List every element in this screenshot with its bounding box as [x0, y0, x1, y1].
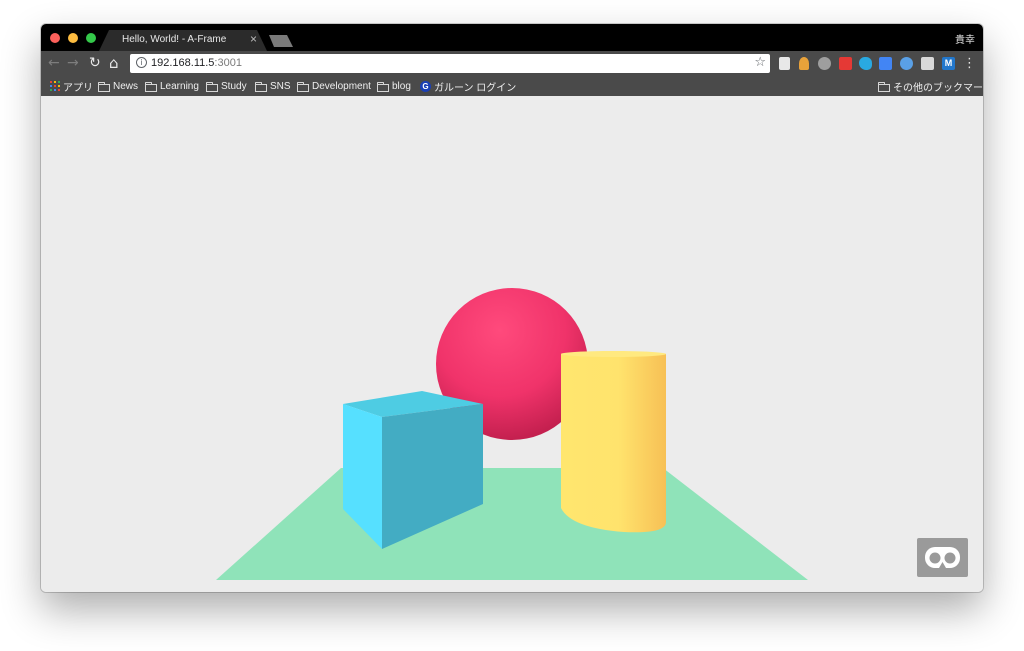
extension-twitter-icon[interactable]	[859, 57, 872, 70]
bookmark-label: blog	[392, 80, 411, 92]
bookmark-learning[interactable]: Learning	[145, 79, 199, 93]
extension-translate-icon[interactable]	[879, 57, 892, 70]
extension-pocket-icon[interactable]	[818, 57, 831, 70]
close-window-button[interactable]	[50, 33, 60, 43]
url-port: :3001	[214, 57, 242, 69]
extension-blue-circle-icon[interactable]	[900, 57, 913, 70]
folder-icon	[98, 81, 110, 92]
bookmark-development[interactable]: Development	[297, 79, 371, 93]
menu-icon[interactable]: ⋮	[963, 56, 976, 72]
folder-icon	[377, 81, 389, 92]
window-controls	[50, 33, 96, 43]
bookmark-label: アプリ	[63, 82, 93, 94]
cylinder-body	[561, 354, 666, 533]
bookmark-label: Learning	[160, 80, 199, 92]
tab-close-icon[interactable]: ×	[250, 32, 257, 46]
profile-name[interactable]: 貴幸	[955, 31, 975, 46]
vr-headset-icon	[925, 547, 960, 568]
new-tab-button[interactable]	[269, 35, 293, 47]
title-bar: Hello, World! - A-Frame × 貴幸	[41, 24, 983, 51]
bookmark-label: SNS	[270, 80, 291, 92]
enter-vr-button[interactable]	[917, 538, 968, 577]
tab-active[interactable]: Hello, World! - A-Frame ×	[99, 30, 267, 51]
info-icon[interactable]: i	[136, 57, 147, 68]
url-host: 192.168.11.5	[151, 57, 215, 69]
folder-icon	[145, 81, 157, 92]
extension-amazon-icon[interactable]	[799, 57, 809, 70]
extension-tab-icon[interactable]	[921, 57, 934, 70]
cylinder-top	[561, 351, 666, 357]
bookmark-blog[interactable]: blog	[377, 79, 411, 93]
minimize-window-button[interactable]	[68, 33, 78, 43]
folder-icon	[206, 81, 218, 92]
folder-icon	[297, 81, 309, 92]
bookmark-garoon-login[interactable]: G ガルーン ログイン	[420, 79, 517, 94]
bookmark-label: Study	[221, 80, 247, 92]
bookmark-apps[interactable]: アプリ	[50, 79, 93, 94]
folder-icon	[255, 81, 267, 92]
browser-window: Hello, World! - A-Frame × 貴幸 ← → ↻ ⌂ i 1…	[41, 24, 983, 592]
zoom-window-button[interactable]	[86, 33, 96, 43]
tab-title: Hello, World! - A-Frame	[122, 34, 227, 45]
bookmark-news[interactable]: News	[98, 79, 138, 93]
aframe-canvas[interactable]	[41, 96, 983, 592]
garoon-g-icon: G	[420, 80, 431, 92]
address-bar[interactable]: i 192.168.11.5:3001 ☆	[130, 54, 770, 73]
bookmark-label: ガルーン ログイン	[434, 82, 517, 94]
home-icon[interactable]: ⌂	[109, 55, 119, 71]
bookmark-label: Development	[312, 80, 371, 92]
bookmark-star-icon[interactable]: ☆	[754, 55, 766, 70]
bookmark-label: その他のブックマーク	[893, 82, 983, 94]
toolbar: ← → ↻ ⌂ i 192.168.11.5:3001 ☆ M ⋮	[41, 51, 983, 76]
bookmarks-bar: アプリ News Learning Study SNS Development …	[41, 76, 983, 96]
extension-m-icon[interactable]: M	[942, 57, 955, 70]
bookmark-sns[interactable]: SNS	[255, 79, 291, 93]
apps-grid-icon	[50, 81, 60, 91]
scene-3d	[216, 288, 808, 580]
folder-icon	[878, 81, 890, 92]
yellow-cylinder	[561, 351, 666, 533]
bookmark-other-bookmarks[interactable]: その他のブックマーク	[878, 79, 983, 94]
bookmark-study[interactable]: Study	[206, 79, 247, 93]
url-text[interactable]: 192.168.11.5:3001	[151, 57, 242, 69]
extension-red-icon[interactable]	[839, 57, 852, 70]
extension-page-icon[interactable]	[779, 57, 790, 70]
ground-plane	[216, 468, 808, 580]
forward-icon[interactable]: →	[67, 55, 79, 71]
reload-icon[interactable]: ↻	[89, 55, 101, 71]
back-icon[interactable]: ←	[48, 55, 60, 71]
bookmark-label: News	[113, 80, 139, 92]
